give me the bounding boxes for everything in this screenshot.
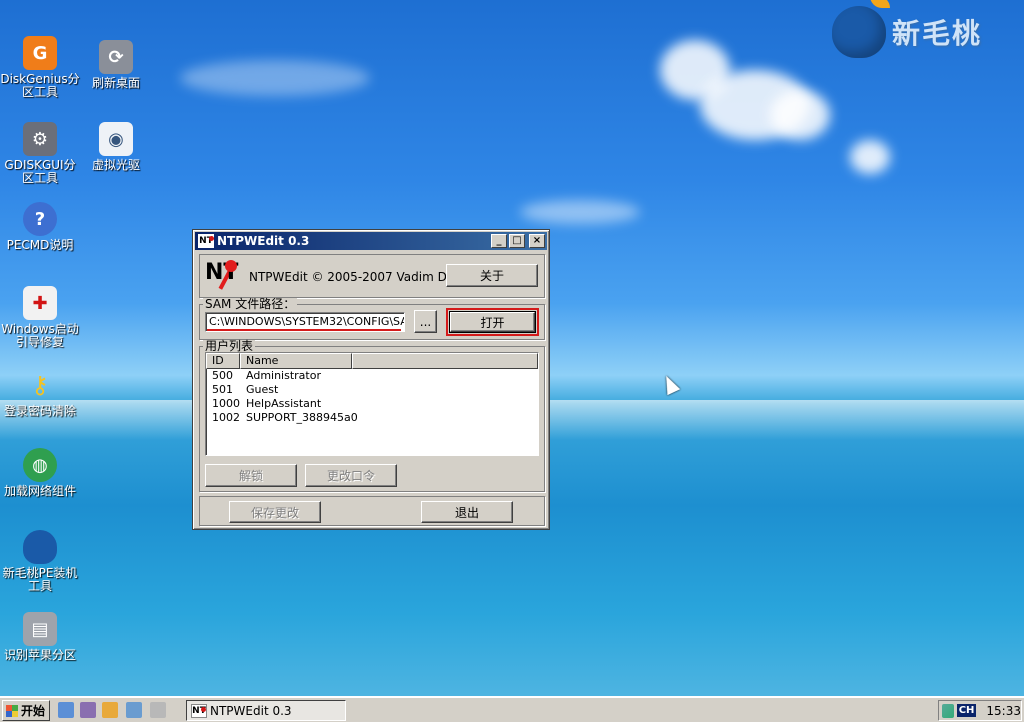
virtual-drive-icon: ◉ (99, 122, 133, 156)
cloud (770, 90, 830, 140)
quicklaunch-tool-icon[interactable] (80, 702, 96, 718)
cloud (850, 140, 890, 174)
user-id: 501 (212, 383, 233, 396)
window-title: NTPWEdit 0.3 (217, 234, 310, 248)
quicklaunch-screen-icon[interactable] (126, 702, 142, 718)
taskbar-item-ntpwedit[interactable]: NT NTPWEdit 0.3 (186, 700, 346, 721)
list-header: ID Name (206, 353, 538, 369)
desktop-icon-label: GDISKGUI分区工具 (4, 158, 76, 185)
table-row[interactable]: 1002 SUPPORT_388945a0 (206, 411, 538, 425)
windows-logo-icon (6, 704, 18, 717)
first-aid-kit-icon: ✚ (23, 286, 57, 320)
save-changes-button[interactable]: 保存更改 (229, 501, 321, 523)
desktop-icon-label: 新毛桃PE装机工具 (2, 566, 78, 593)
desktop-icon-label: DiskGenius分区工具 (0, 72, 80, 99)
title-bar[interactable]: NT NTPWEdit 0.3 _ □ × (195, 232, 547, 250)
sam-path-label: SAM 文件路径： (203, 297, 298, 311)
maximize-button[interactable]: □ (509, 234, 525, 248)
desktop-icon-label: 虚拟光驱 (91, 158, 140, 172)
gdiskgui-icon: ⚙ (23, 122, 57, 156)
key-icon: ⚷ (31, 370, 49, 399)
minimize-button[interactable]: _ (491, 234, 507, 248)
user-list[interactable]: ID Name 500 Administrator 501 Guest 1000… (205, 352, 539, 456)
column-header-name[interactable]: Name (240, 353, 352, 369)
unlock-button[interactable]: 解锁 (205, 464, 297, 487)
desktop-icon-network[interactable]: ◍ 加载网络组件 (0, 448, 80, 498)
peach-icon (23, 530, 57, 564)
ntpwedit-app-icon: NT (198, 234, 214, 248)
desktop-icon-pecmd[interactable]: ? PECMD说明 (0, 202, 80, 252)
quicklaunch-eraser-icon[interactable] (150, 702, 166, 718)
taskbar: 开始 NT NTPWEdit 0.3 CH 15:33 (0, 696, 1024, 722)
user-id: 500 (212, 369, 233, 382)
start-label: 开始 (21, 704, 46, 718)
user-name: HelpAssistant (246, 397, 322, 410)
path-highlight-underline (207, 329, 401, 331)
table-row[interactable]: 500 Administrator (206, 369, 538, 383)
input-language-indicator[interactable]: CH (956, 704, 977, 717)
desktop-icon-password-clear[interactable]: ⚷ 登录密码清除 (0, 368, 80, 418)
exit-button[interactable]: 退出 (421, 501, 513, 523)
quicklaunch-network-icon[interactable] (58, 702, 74, 718)
desktop-icon-boot-repair[interactable]: ✚ Windows启动引导修复 (0, 286, 80, 349)
user-id: 1000 (212, 397, 240, 410)
desktop-icon-gdiskgui[interactable]: ⚙ GDISKGUI分区工具 (0, 122, 80, 185)
desktop-icon-label: 登录密码清除 (3, 404, 76, 418)
desktop-icon-refresh[interactable]: ⟳ 刷新桌面 (76, 40, 156, 90)
change-password-button[interactable]: 更改口令 (305, 464, 397, 487)
desktop-icon-pe-installer[interactable]: 新毛桃PE装机工具 (0, 530, 80, 593)
leaf-icon (870, 0, 890, 8)
desktop-icon-label: 识别苹果分区 (3, 648, 76, 662)
user-list-label: 用户列表 (203, 339, 256, 353)
cloud (180, 60, 370, 96)
table-row[interactable]: 501 Guest (206, 383, 538, 397)
ntpwedit-window[interactable]: NT NTPWEdit 0.3 _ □ × NT NTPWEdit © 2005… (192, 229, 550, 530)
network-status-icon[interactable] (942, 703, 954, 718)
table-row[interactable]: 1000 HelpAssistant (206, 397, 538, 411)
user-name: Guest (246, 383, 279, 396)
column-header-filler (352, 353, 538, 369)
desktop-icon-label: PECMD说明 (6, 238, 74, 252)
user-name: Administrator (246, 369, 321, 382)
refresh-desktop-icon: ⟳ (99, 40, 133, 74)
mouse-cursor-icon (659, 372, 681, 396)
user-name: SUPPORT_388945a0 (246, 411, 358, 424)
globe-icon: ◍ (23, 448, 57, 482)
start-button[interactable]: 开始 (2, 700, 50, 721)
browse-button[interactable]: ... (414, 310, 437, 333)
user-id: 1002 (212, 411, 240, 424)
about-button[interactable]: 关于 (446, 264, 538, 287)
close-button[interactable]: × (529, 234, 545, 248)
column-header-id[interactable]: ID (206, 353, 240, 369)
clock[interactable]: 15:33 (986, 704, 1021, 718)
system-tray: CH 15:33 (938, 700, 1022, 721)
desktop-icon-label: Windows启动引导修复 (1, 322, 79, 349)
help-icon: ? (23, 202, 57, 236)
brand-text: 新毛桃 (892, 17, 983, 50)
desktop-icon-apple-partition[interactable]: ▤ 识别苹果分区 (0, 612, 80, 662)
desktop-icon-label: 刷新桌面 (91, 76, 140, 90)
key-icon (225, 260, 237, 272)
desktop-icon-virtual-drive[interactable]: ◉ 虚拟光驱 (76, 122, 156, 172)
peach-heart-icon (832, 6, 886, 58)
cloud (520, 200, 640, 224)
open-button[interactable]: 打开 (449, 311, 536, 333)
taskbar-item-title: NTPWEdit 0.3 (210, 703, 292, 718)
diskgenius-icon: G (23, 36, 57, 70)
desktop-icon-label: 加载网络组件 (3, 484, 76, 498)
ntpwedit-app-icon: NT (191, 703, 207, 718)
desktop-icon-diskgenius[interactable]: G DiskGenius分区工具 (0, 36, 80, 99)
quicklaunch-folder-icon[interactable] (102, 702, 118, 718)
hard-drive-icon: ▤ (23, 612, 57, 646)
brand-logo: 新毛桃 (830, 0, 1020, 60)
